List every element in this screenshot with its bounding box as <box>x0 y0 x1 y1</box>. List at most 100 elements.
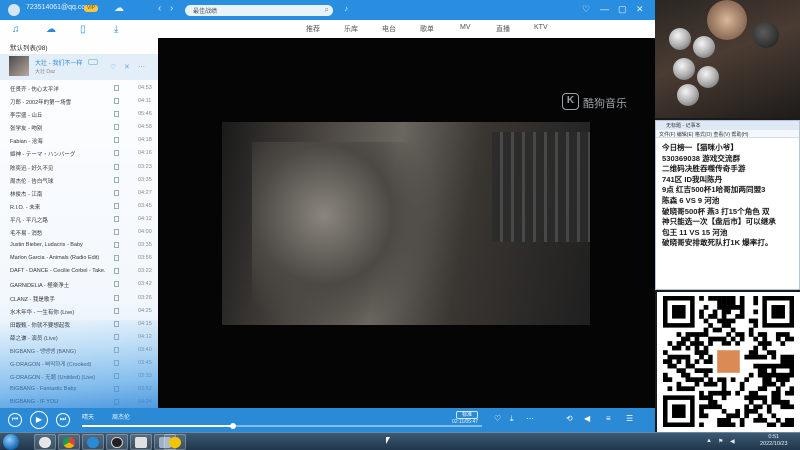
list-item[interactable]: 周杰伦 - 告白气球 03:35 <box>0 174 158 187</box>
mv-icon[interactable] <box>114 215 119 222</box>
mv-icon[interactable] <box>114 359 119 366</box>
tab-mv[interactable]: MV <box>460 24 471 31</box>
notepad-menubar[interactable]: 文件(F) 编辑(E) 格式(O) 查看(V) 帮助(H) <box>656 130 799 138</box>
list-item[interactable]: 毛不易 - 消愁 04:00 <box>0 226 158 239</box>
download-icon[interactable]: ⤓ <box>510 414 514 424</box>
heart-icon[interactable]: ♡ <box>494 414 501 424</box>
user-avatar[interactable] <box>8 4 20 16</box>
mv-icon[interactable] <box>114 98 119 105</box>
mv-icon[interactable] <box>114 333 119 340</box>
mv-icon[interactable] <box>114 150 119 157</box>
mv-icon[interactable] <box>114 124 119 131</box>
phone-icon[interactable]: ▯ <box>80 24 86 36</box>
previous-button[interactable]: ⏮ <box>8 413 22 427</box>
mv-icon[interactable] <box>114 137 119 144</box>
back-button[interactable]: ‹ <box>158 3 161 15</box>
tab-live[interactable]: 直播 <box>496 24 510 34</box>
mv-video-area[interactable]: K 酷狗音乐 <box>158 38 655 408</box>
start-button[interactable] <box>3 434 19 450</box>
cloud-icon[interactable]: ☁ <box>114 4 124 14</box>
list-item[interactable]: 李宗盛 - 山丘 05:46 <box>0 108 158 121</box>
taskbar-app-explorer[interactable] <box>130 434 152 450</box>
list-item[interactable]: BIGBANG - IF YOU 04:24 <box>0 396 158 408</box>
vip-badge[interactable]: VIP <box>84 5 98 12</box>
list-item[interactable]: G-DRAGON - 삐딱하게 (Crooked) 03:45 <box>0 357 158 370</box>
list-item[interactable]: GARNiDELiA - 極楽浄土 03:42 <box>0 278 158 291</box>
mv-icon[interactable] <box>114 202 119 209</box>
list-item[interactable]: 薛之谦 - 演员 (Live) 04:12 <box>0 331 158 344</box>
lyrics-icon[interactable]: ≡ <box>606 414 611 424</box>
account-name[interactable]: 723514061@qq.com <box>26 4 91 11</box>
now-playing-row[interactable]: 大壮 - 我们不一样 大壮 Daz ♡ ✕ ⋯ <box>0 54 158 80</box>
list-item[interactable]: DAFT - DANCE - Cecilie Corbel - Take... 0… <box>0 265 158 278</box>
mv-icon[interactable] <box>114 189 119 196</box>
mv-icon[interactable] <box>88 59 98 65</box>
mv-icon[interactable] <box>114 163 119 170</box>
mic-icon[interactable]: ♪ <box>344 4 348 13</box>
list-item[interactable]: 任贤齐 - 伤心太平洋 04:53 <box>0 82 158 95</box>
list-item[interactable]: BIGBANG - 뱅뱅뱅 (BANG) 03:40 <box>0 344 158 357</box>
playlist-header[interactable]: 默认列表(98) <box>10 42 48 52</box>
search-icon[interactable]: ⌕ <box>325 5 329 15</box>
playlist-icon[interactable]: ☰ <box>626 414 633 424</box>
minimize-button[interactable]: — <box>600 4 609 14</box>
list-item[interactable]: R.I.O. - 未来 03:45 <box>0 200 158 213</box>
favorite-icon[interactable]: ♡ <box>582 4 590 14</box>
tab-radio[interactable]: 电台 <box>382 24 396 34</box>
list-item[interactable]: G-DRAGON - 无题 (Untitled) (Live) 03:33 <box>0 370 158 383</box>
progress-handle[interactable] <box>230 423 237 429</box>
mv-icon[interactable] <box>114 85 119 91</box>
list-item[interactable]: Marlon Garcia - Animals (Radio Edit) 03:5… <box>0 252 158 265</box>
taskbar-app-game[interactable] <box>106 434 128 450</box>
taskbar-app-kugou[interactable] <box>82 434 104 450</box>
mv-icon[interactable] <box>114 281 119 288</box>
music-note-icon[interactable]: ♫ <box>12 24 20 36</box>
mv-icon[interactable] <box>114 242 119 249</box>
cloud-icon[interactable]: ☁ <box>46 24 56 36</box>
tray-flag-icon[interactable]: ⚑ <box>718 438 723 445</box>
list-item[interactable]: CLANZ - 我是歌手 03:26 <box>0 292 158 305</box>
taskbar-app-other[interactable] <box>164 434 186 450</box>
taskbar-app-ie[interactable] <box>34 434 56 450</box>
loop-icon[interactable]: ⟲ <box>566 414 573 424</box>
notepad-text[interactable]: 今日榜一【猫咪小爷】 530369038 游戏交流群 二维码决胜吞噬传奇手游 7… <box>662 143 798 249</box>
list-item[interactable]: Justin Bieber, Ludacris - Baby 03:35 <box>0 239 158 252</box>
maximize-button[interactable]: ▢ <box>618 4 627 14</box>
list-item[interactable]: 田馥甄 - 你就不要想起我 04:15 <box>0 318 158 331</box>
heart-icon[interactable]: ♡ <box>110 64 116 72</box>
next-button[interactable]: ⏭ <box>56 413 70 427</box>
clock[interactable]: 0:51 2022/10/23 <box>760 434 788 448</box>
mv-icon[interactable] <box>114 320 119 327</box>
mv-icon[interactable] <box>114 346 119 353</box>
play-button[interactable]: ▶ <box>30 411 48 429</box>
list-item[interactable]: 林俊杰 - 江南 04:27 <box>0 187 158 200</box>
progress-bar[interactable] <box>82 423 482 429</box>
download-icon[interactable]: ⤓ <box>114 24 118 36</box>
list-item[interactable]: 平凡 - 平凡之路 04:12 <box>0 213 158 226</box>
search-input[interactable]: 最佳战绩 ⌕ <box>185 5 333 16</box>
mv-icon[interactable] <box>114 386 119 393</box>
volume-icon[interactable]: ◀ <box>584 414 590 424</box>
mv-icon[interactable] <box>114 176 119 183</box>
mv-icon[interactable] <box>114 373 119 380</box>
more-icon[interactable]: ⋯ <box>138 64 145 72</box>
list-item[interactable]: BIGBANG - Fantastic Baby 03:52 <box>0 383 158 396</box>
list-item[interactable]: 刀郎 - 2002年的第一场雪 04:11 <box>0 95 158 108</box>
list-item[interactable]: 陈奕迅 - 好久不见 03:23 <box>0 161 158 174</box>
mv-icon[interactable] <box>114 255 119 262</box>
tab-library[interactable]: 乐库 <box>344 24 358 34</box>
list-item[interactable]: Fabian - 沧海 04:18 <box>0 134 158 147</box>
mv-icon[interactable] <box>114 229 119 236</box>
tab-ktv[interactable]: KTV <box>534 24 548 31</box>
list-item[interactable]: 张学友 - 吻别 04:58 <box>0 121 158 134</box>
tab-recommend[interactable]: 推荐 <box>306 24 320 34</box>
notepad-menu[interactable]: 文件(F) 编辑(E) 格式(O) 查看(V) 帮助(H) <box>659 131 748 138</box>
mv-icon[interactable] <box>114 268 119 275</box>
tray-volume-icon[interactable]: ◀ <box>730 438 735 445</box>
delete-icon[interactable]: ✕ <box>124 64 130 72</box>
mv-icon[interactable] <box>114 294 119 301</box>
taskbar-app-chrome[interactable] <box>58 434 80 450</box>
mv-icon[interactable] <box>114 399 119 406</box>
list-item[interactable]: 水木年华 - 一生有你 (Live) 04:25 <box>0 305 158 318</box>
list-item[interactable]: 姬神 - テーマ・ハンバーグ 04:16 <box>0 147 158 160</box>
